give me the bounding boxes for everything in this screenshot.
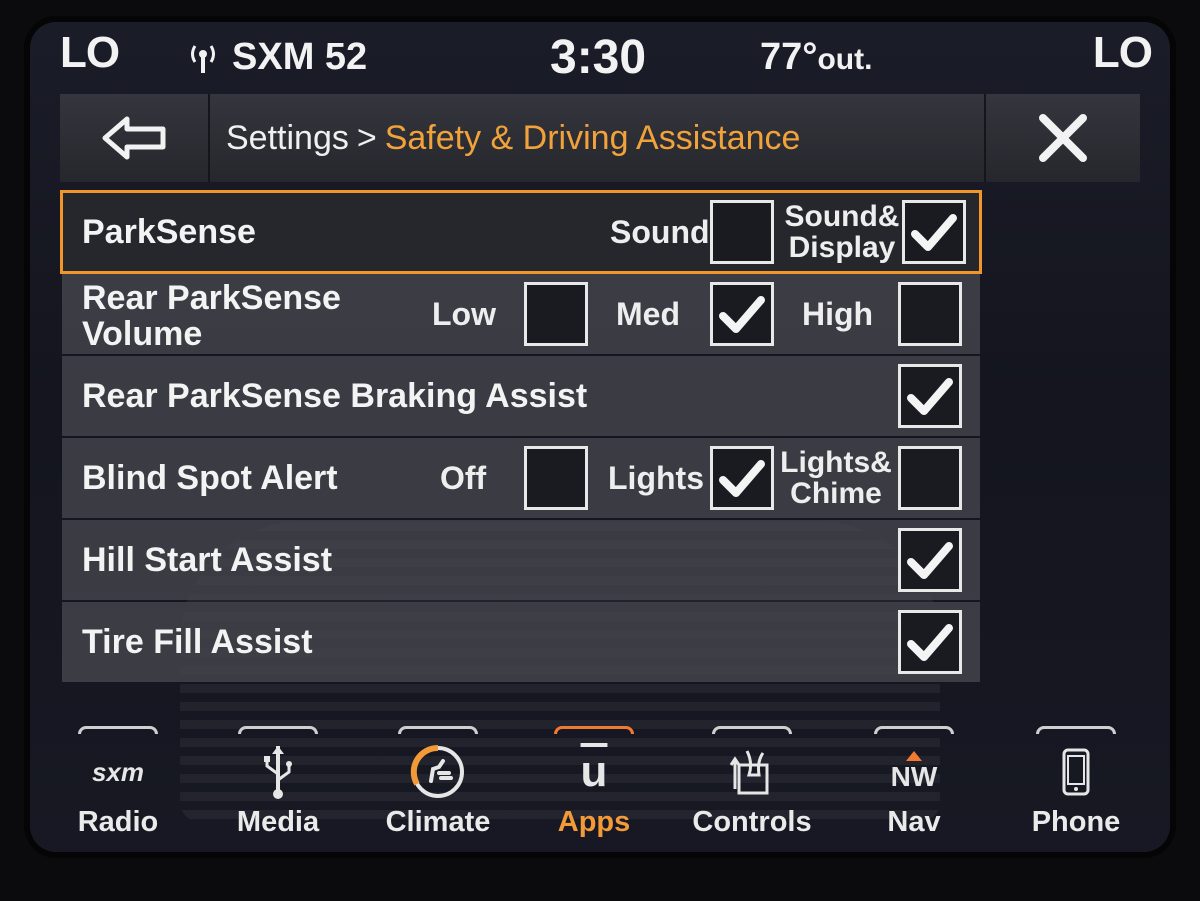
- option-label-sound: Sound: [610, 214, 710, 250]
- close-button[interactable]: [984, 94, 1140, 182]
- radio-status: SXM 52: [188, 36, 367, 79]
- dock-tab-indicator: [874, 726, 954, 734]
- sxm-icon: sxm: [91, 756, 145, 787]
- setting-row-tire-fill-assist[interactable]: Tire Fill Assist: [62, 602, 980, 682]
- option-label-med: Med: [616, 296, 680, 332]
- settings-header: Settings > Safety & Driving Assistance: [60, 94, 1140, 182]
- checkmark-icon: [907, 624, 953, 661]
- checkbox-off[interactable]: [524, 446, 588, 510]
- apps-icon: u: [580, 747, 608, 796]
- setting-label: Tire Fill Assist: [82, 623, 313, 661]
- station-name: SXM 52: [232, 36, 368, 78]
- breadcrumb-settings[interactable]: Settings: [226, 119, 349, 158]
- dock-radio[interactable]: sxm Radio: [58, 722, 178, 852]
- option-label-lights: Lights: [608, 460, 704, 496]
- antenna-icon: [191, 44, 215, 73]
- dock-tab-indicator: [554, 726, 634, 734]
- outside-temperature: 77°out.: [760, 36, 872, 79]
- passenger-temp[interactable]: LO: [1093, 28, 1153, 78]
- checkbox-lights[interactable]: [710, 446, 774, 510]
- phone-icon: [1016, 744, 1136, 800]
- bottom-dock: sxm Radio Media Climate u Apps Controls …: [30, 722, 1170, 852]
- close-icon: [1039, 114, 1087, 162]
- dock-label: Controls: [692, 806, 812, 838]
- usb-icon: [218, 744, 338, 800]
- breadcrumb: Settings > Safety & Driving Assistance: [210, 94, 984, 182]
- infotainment-screen: LO SXM 52 3:30 77°out. LO Settings > Saf…: [30, 22, 1170, 852]
- controls-icon: [692, 744, 812, 800]
- dock-media[interactable]: Media: [218, 722, 338, 852]
- outside-temp-value: 77°: [760, 36, 818, 78]
- option-label-lights-chime: Lights& Chime: [780, 446, 892, 510]
- checkbox-med[interactable]: [710, 282, 774, 346]
- dock-tab-indicator: [1036, 726, 1116, 734]
- dock-tab-indicator: [78, 726, 158, 734]
- setting-label: Rear ParkSense Volume: [82, 279, 341, 353]
- setting-label: Rear ParkSense Braking Assist: [82, 377, 588, 415]
- dock-controls[interactable]: Controls: [692, 722, 812, 852]
- settings-list: ParkSense Sound Sound& Display Rear Park…: [60, 190, 982, 684]
- option-label-low: Low: [432, 296, 496, 332]
- dock-label: Media: [236, 806, 320, 838]
- option-label-high: High: [802, 296, 874, 332]
- dock-tab-indicator: [238, 726, 318, 734]
- dock-label: Radio: [77, 806, 159, 838]
- setting-row-rear-parksense-braking-assist[interactable]: Rear ParkSense Braking Assist: [62, 356, 980, 436]
- outside-temp-unit: out.: [817, 43, 873, 76]
- compass-icon: NW: [854, 744, 974, 800]
- dock-label: Nav: [887, 806, 941, 838]
- checkbox-tire-fill-assist[interactable]: [898, 610, 962, 674]
- checkbox-rear-parksense-braking-assist[interactable]: [898, 364, 962, 428]
- status-bar: LO SXM 52 3:30 77°out. LO: [30, 22, 1170, 92]
- setting-label: Hill Start Assist: [82, 541, 333, 579]
- dock-apps[interactable]: u Apps: [534, 722, 654, 852]
- checkbox-sound[interactable]: [710, 200, 774, 264]
- dock-climate[interactable]: Climate: [378, 722, 498, 852]
- page-title: Safety & Driving Assistance: [384, 118, 801, 157]
- checkbox-low[interactable]: [524, 282, 588, 346]
- checkbox-high[interactable]: [898, 282, 962, 346]
- checkmark-icon: [719, 460, 765, 497]
- clock: 3:30: [550, 31, 647, 84]
- dock-phone[interactable]: Phone: [1016, 722, 1136, 852]
- dock-tab-indicator: [398, 726, 478, 734]
- climate-icon: [378, 744, 498, 800]
- checkmark-icon: [907, 378, 953, 415]
- breadcrumb-separator: >: [356, 118, 377, 157]
- back-button[interactable]: [60, 94, 210, 182]
- dock-label: Phone: [1031, 806, 1121, 838]
- checkbox-hill-start-assist[interactable]: [898, 528, 962, 592]
- checkmark-icon: [907, 542, 953, 579]
- driver-temp[interactable]: LO: [60, 28, 120, 78]
- setting-label: ParkSense: [82, 213, 256, 251]
- dock-label: Apps: [557, 806, 631, 838]
- setting-row-blind-spot-alert[interactable]: Blind Spot Alert Off Lights Lights& Chim…: [62, 438, 980, 518]
- dock-nav[interactable]: NW Nav: [854, 722, 974, 852]
- option-label-sound-display: Sound& Display: [784, 200, 900, 264]
- dock-label: Climate: [385, 806, 491, 838]
- setting-row-rear-parksense-volume[interactable]: Rear ParkSense Volume Low Med High: [62, 274, 980, 354]
- checkmark-icon: [719, 296, 765, 333]
- option-label-off: Off: [440, 460, 487, 496]
- setting-row-parksense[interactable]: ParkSense Sound Sound& Display: [60, 190, 982, 274]
- setting-label: Blind Spot Alert: [82, 459, 338, 497]
- checkbox-lights-chime[interactable]: [898, 446, 962, 510]
- dock-tab-indicator: [712, 726, 792, 734]
- back-arrow-icon: [102, 116, 166, 160]
- checkbox-sound-display[interactable]: [902, 200, 966, 264]
- checkmark-icon: [911, 214, 957, 251]
- setting-row-hill-start-assist[interactable]: Hill Start Assist: [62, 520, 980, 600]
